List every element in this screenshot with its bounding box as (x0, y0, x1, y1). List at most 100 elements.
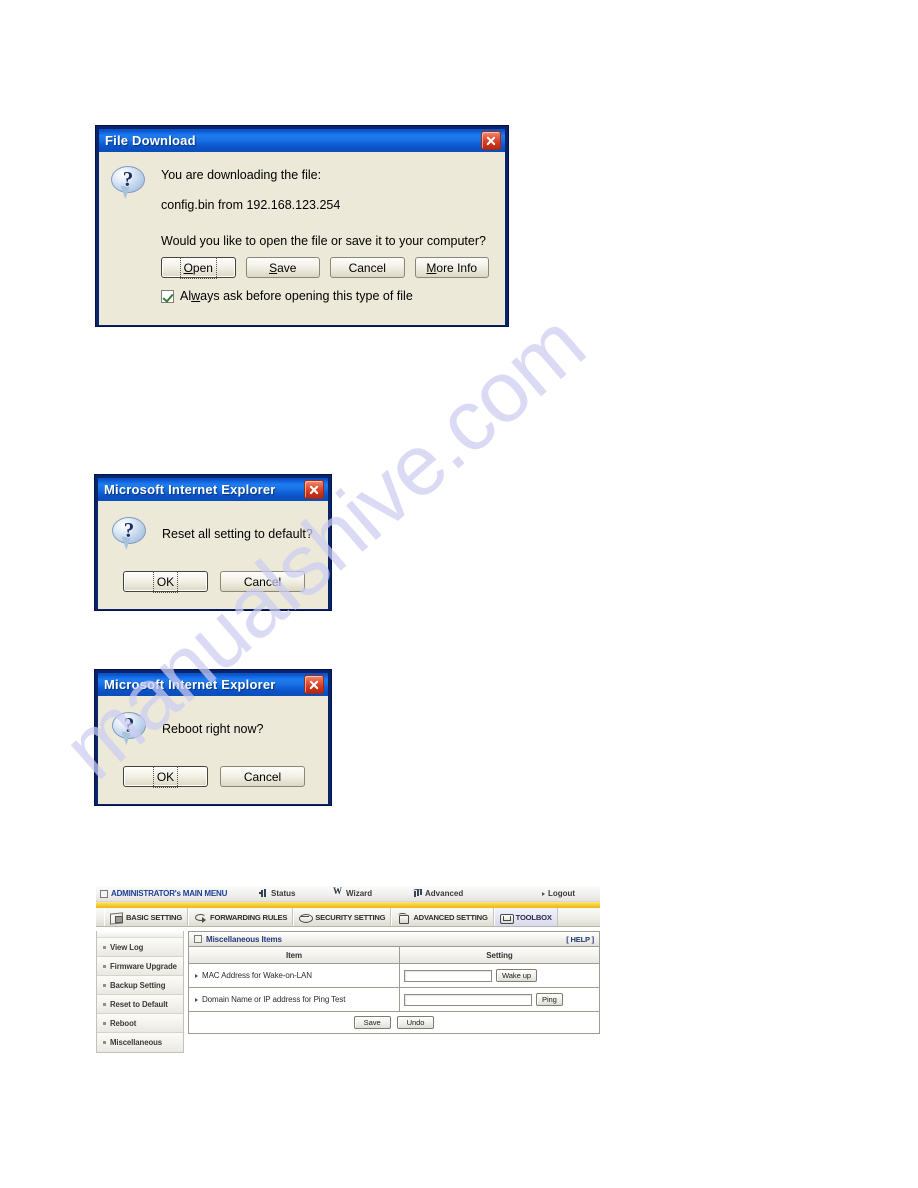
tab-security-setting[interactable]: SECURITY SETTING (293, 908, 392, 926)
sidebar-item-reboot-label: Reboot (110, 1018, 137, 1028)
undo-button[interactable]: Undo (396, 1016, 435, 1029)
sidebar-item-firmware-upgrade-label: Firmware Upgrade (110, 961, 177, 971)
cancel-button-label: Cancel (348, 260, 386, 275)
always-ask-checkbox[interactable] (161, 289, 174, 303)
close-icon[interactable] (304, 675, 324, 694)
tools-icon (499, 912, 514, 924)
file-download-body: ? You are downloading the file: config.b… (99, 152, 505, 325)
topbar-link-wizard[interactable]: Wizard (333, 886, 373, 898)
open-or-save-prompt: Would you like to open the file or save … (161, 234, 486, 248)
downloading-label: You are downloading the file: (161, 168, 322, 182)
topbar-link-logout[interactable]: Logout (542, 889, 575, 898)
ok-button[interactable]: OK (123, 765, 208, 788)
topbar-link-wizard-label: Wizard (346, 889, 373, 898)
reboot-confirm-body: ? Reboot right now? OK Cancel (98, 696, 328, 804)
tab-advanced-setting-label: ADVANCED SETTING (413, 912, 488, 922)
bullet-triangle-icon (195, 973, 198, 978)
panel-footer: Save Undo (189, 1012, 599, 1033)
cancel-button-label: Cancel (243, 574, 282, 589)
tab-security-setting-label: SECURITY SETTING (315, 912, 386, 922)
topbar-link-advanced[interactable]: Advanced (413, 889, 463, 898)
arrow-right-icon (542, 891, 545, 896)
topbar-link-logout-label: Logout (548, 889, 576, 898)
wake-up-button[interactable]: Wake up (496, 969, 537, 982)
reboot-confirm-dialog: Microsoft Internet Explorer ? Reboot rig… (95, 670, 331, 805)
close-icon[interactable] (304, 480, 324, 499)
cancel-button[interactable]: Cancel (220, 766, 305, 787)
topbar-link-status-label: Status (271, 889, 296, 898)
sidebar-item-view-log[interactable]: View Log (97, 938, 183, 957)
file-download-title: File Download (105, 133, 196, 148)
sidebar-item-backup-setting[interactable]: Backup Setting (97, 976, 183, 995)
cancel-button[interactable]: Cancel (220, 571, 305, 592)
row-setting-ping-test: Ping (399, 987, 599, 1012)
sidebar-item-firmware-upgrade[interactable]: Firmware Upgrade (97, 957, 183, 976)
bullet-icon (103, 1002, 106, 1006)
collapse-box-icon (194, 935, 202, 943)
file-download-titlebar[interactable]: File Download (99, 129, 505, 152)
tab-advanced-setting[interactable]: ADVANCED SETTING (391, 908, 494, 926)
always-ask-label: Always ask before opening this type of f… (180, 289, 413, 303)
file-download-dialog: File Download ? You are downloading the … (96, 126, 508, 326)
reset-confirm-message: Reset all setting to default? (162, 527, 313, 541)
arrows-icon (194, 912, 207, 923)
reboot-confirm-message: Reboot right now? (162, 722, 264, 736)
ok-button-label: OK (152, 765, 179, 788)
ping-button[interactable]: Ping (536, 993, 563, 1006)
reset-confirm-titlebar[interactable]: Microsoft Internet Explorer (98, 478, 328, 501)
shield-icon (299, 912, 314, 923)
bullet-triangle-icon (195, 997, 198, 1002)
panel-title: Miscellaneous Items (194, 935, 282, 944)
reboot-confirm-title: Microsoft Internet Explorer (104, 677, 276, 692)
bullet-icon (103, 964, 106, 968)
tab-basic-setting[interactable]: BASIC SETTING (104, 908, 189, 926)
router-sidebar: View Log Firmware Upgrade Backup Setting… (96, 931, 184, 1053)
tab-toolbox-label: TOOLBOX (515, 912, 552, 922)
bullet-icon (103, 945, 106, 949)
advanced-chart-icon (413, 889, 422, 898)
cancel-button-label: Cancel (243, 769, 282, 784)
table-row: MAC Address for Wake-on-LAN Wake up (189, 963, 599, 988)
reset-confirm-title: Microsoft Internet Explorer (104, 482, 276, 497)
question-balloon-icon: ? (112, 712, 148, 746)
miscellaneous-items-table: Item Setting MAC Address for Wake-on-LAN (189, 947, 599, 1012)
router-admin-interface: ADMINISTRATOR's MAIN MENU Status Wizard … (96, 886, 600, 1053)
topbar-link-status[interactable]: Status (259, 889, 295, 898)
help-link[interactable]: [ HELP ] (566, 935, 594, 944)
sidebar-item-miscellaneous[interactable]: Miscellaneous (97, 1033, 183, 1052)
reboot-confirm-titlebar[interactable]: Microsoft Internet Explorer (98, 673, 328, 696)
sidebar-item-reboot[interactable]: Reboot (97, 1014, 183, 1033)
row-label-ping-test: Domain Name or IP address for Ping Test (189, 987, 400, 1012)
administrator-main-menu-label: ADMINISTRATOR's MAIN MENU (111, 889, 228, 898)
save-button-label: Save (269, 260, 297, 275)
tab-forwarding-rules[interactable]: FORWARDING RULES (188, 908, 294, 926)
row-label-ping-test-text: Domain Name or IP address for Ping Test (202, 995, 346, 1004)
mac-address-input[interactable] (404, 969, 492, 982)
administrator-main-menu[interactable]: ADMINISTRATOR's MAIN MENU (100, 889, 227, 898)
ping-target-input[interactable] (404, 993, 532, 1006)
panel-header: Miscellaneous Items [ HELP ] (189, 932, 599, 947)
save-button[interactable]: Save (245, 257, 320, 278)
file-source-label: config.bin from 192.168.123.254 (161, 198, 341, 212)
open-button[interactable]: Open (161, 256, 236, 279)
cancel-button[interactable]: Cancel (330, 257, 405, 278)
more-info-button[interactable]: More Info (414, 257, 489, 278)
sidebar-item-backup-setting-label: Backup Setting (110, 980, 166, 990)
book-icon (110, 912, 123, 923)
tab-basic-setting-label: BASIC SETTING (126, 912, 183, 922)
miscellaneous-items-panel: Miscellaneous Items [ HELP ] Item Settin… (188, 931, 600, 1034)
sidebar-top-spacer (97, 931, 183, 938)
tab-forwarding-rules-label: FORWARDING RULES (210, 912, 288, 922)
wizard-wand-icon (333, 886, 343, 898)
save-button[interactable]: Save (353, 1016, 391, 1029)
sidebar-item-view-log-label: View Log (110, 942, 144, 952)
panel-title-label: Miscellaneous Items (206, 934, 282, 944)
expand-box-icon (100, 889, 108, 898)
ok-button[interactable]: OK (123, 570, 208, 593)
tab-toolbox[interactable]: TOOLBOX (493, 908, 558, 926)
router-tab-bar: BASIC SETTING FORWARDING RULES SECURITY … (96, 908, 600, 927)
more-info-button-label: More Info (426, 260, 478, 275)
topbar-link-advanced-label: Advanced (425, 889, 464, 898)
close-icon[interactable] (481, 131, 501, 150)
sidebar-item-reset-to-default[interactable]: Reset to Default (97, 995, 183, 1014)
